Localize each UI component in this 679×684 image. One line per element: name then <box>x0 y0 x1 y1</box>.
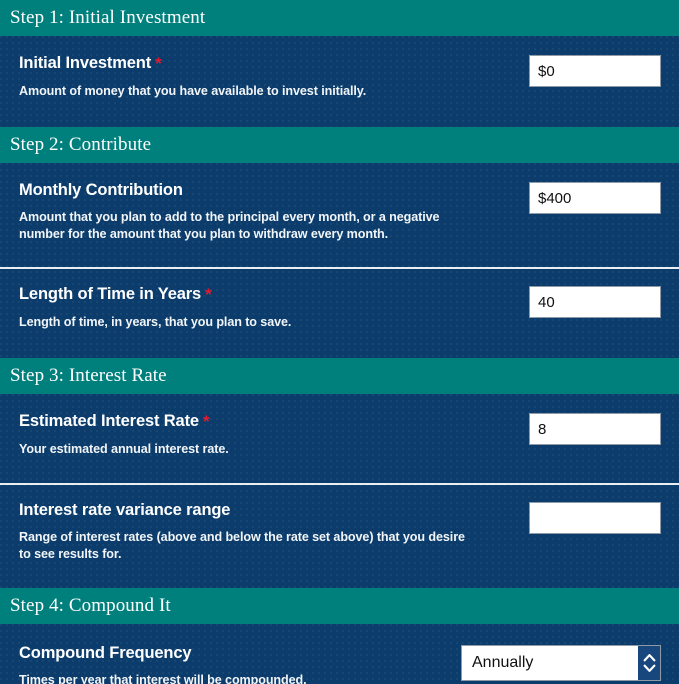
label-estimated-interest-rate-text: Estimated Interest Rate <box>19 412 199 430</box>
length-of-time-input[interactable] <box>529 286 661 318</box>
step-header-1: Step 1: Initial Investment <box>0 0 679 36</box>
step-1-panel: Initial Investment * Amount of money that… <box>0 36 679 127</box>
required-asterisk-icon: * <box>202 412 210 431</box>
label-compound-frequency-text: Compound Frequency <box>19 644 192 662</box>
description-initial-investment: Amount of money that you have available … <box>19 83 367 98</box>
step-header-4: Step 4: Compound It <box>0 588 679 624</box>
field-control-compound-frequency: Annually <box>461 644 661 681</box>
field-row-interest-rate-variance: Interest rate variance range Range of in… <box>0 483 679 588</box>
step-header-4-label: Step 4: Compound It <box>10 595 171 616</box>
label-monthly-contribution-text: Monthly Contribution <box>19 181 183 199</box>
step-header-1-label: Step 1: Initial Investment <box>10 7 206 28</box>
compound-frequency-select[interactable]: Annually <box>461 645 661 681</box>
compound-frequency-spinner[interactable] <box>638 646 660 680</box>
field-row-monthly-contribution: Monthly Contribution Amount that you pla… <box>0 163 679 267</box>
estimated-interest-rate-input[interactable] <box>529 413 661 445</box>
label-interest-rate-variance: Interest rate variance range <box>19 501 515 520</box>
initial-investment-input[interactable] <box>529 55 661 87</box>
step-header-2-label: Step 2: Contribute <box>10 134 152 155</box>
field-text-estimated-interest-rate: Estimated Interest Rate * Your estimated … <box>19 412 529 457</box>
step-4-panel: Compound Frequency Times per year that i… <box>0 624 679 684</box>
field-text-initial-investment: Initial Investment * Amount of money that… <box>19 54 529 99</box>
monthly-contribution-input[interactable] <box>529 182 661 214</box>
field-row-initial-investment: Initial Investment * Amount of money that… <box>0 36 679 127</box>
compound-frequency-selected-value: Annually <box>472 655 534 671</box>
step-header-3: Step 3: Interest Rate <box>0 358 679 394</box>
label-initial-investment: Initial Investment * <box>19 54 515 74</box>
label-length-of-time: Length of Time in Years * <box>19 285 515 305</box>
chevron-up-icon <box>643 654 655 662</box>
required-asterisk-icon: * <box>155 54 162 73</box>
description-compound-frequency: Times per year that interest will be com… <box>19 672 307 684</box>
field-control-estimated-interest-rate <box>529 412 661 445</box>
step-header-3-label: Step 3: Interest Rate <box>10 365 167 386</box>
field-text-interest-rate-variance: Interest rate variance range Range of in… <box>19 501 529 563</box>
field-text-compound-frequency: Compound Frequency Times per year that i… <box>19 644 461 684</box>
label-interest-rate-variance-text: Interest rate variance range <box>19 501 231 519</box>
field-row-length-of-time: Length of Time in Years * Length of time,… <box>0 267 679 358</box>
label-length-of-time-text: Length of Time in Years <box>19 285 202 303</box>
field-text-monthly-contribution: Monthly Contribution Amount that you pla… <box>19 181 529 243</box>
field-control-length-of-time <box>529 285 661 318</box>
required-asterisk-icon: * <box>205 285 212 304</box>
field-text-length-of-time: Length of Time in Years * Length of time,… <box>19 285 529 330</box>
description-monthly-contribution: Amount that you plan to add to the princ… <box>19 209 440 241</box>
label-estimated-interest-rate: Estimated Interest Rate * <box>19 412 515 432</box>
chevron-down-icon <box>643 664 655 672</box>
field-row-compound-frequency: Compound Frequency Times per year that i… <box>0 624 679 684</box>
field-control-interest-rate-variance <box>529 501 661 534</box>
step-header-2: Step 2: Contribute <box>0 127 679 163</box>
description-length-of-time: Length of time, in years, that you plan … <box>19 314 292 329</box>
label-compound-frequency: Compound Frequency <box>19 644 447 663</box>
description-interest-rate-variance: Range of interest rates (above and below… <box>19 529 465 561</box>
step-2-panel: Monthly Contribution Amount that you pla… <box>0 163 679 358</box>
field-control-monthly-contribution <box>529 181 661 214</box>
description-estimated-interest-rate: Your estimated annual interest rate. <box>19 441 229 456</box>
step-3-panel: Estimated Interest Rate * Your estimated … <box>0 394 679 588</box>
label-monthly-contribution: Monthly Contribution <box>19 181 515 200</box>
compound-interest-calculator: Step 1: Initial Investment Initial Inves… <box>0 0 679 684</box>
label-initial-investment-text: Initial Investment <box>19 54 152 72</box>
field-control-initial-investment <box>529 54 661 87</box>
interest-rate-variance-input[interactable] <box>529 502 661 534</box>
field-row-estimated-interest-rate: Estimated Interest Rate * Your estimated … <box>0 394 679 483</box>
